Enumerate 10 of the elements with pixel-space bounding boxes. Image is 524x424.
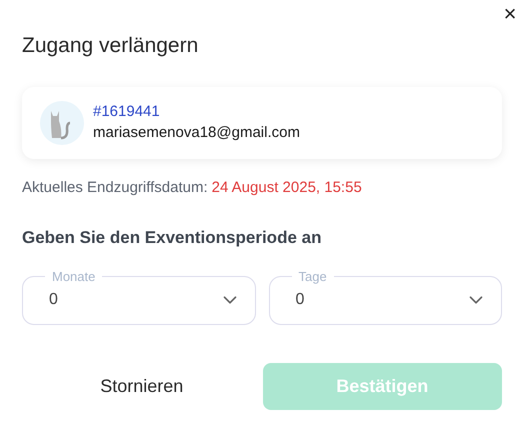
user-email: mariasemenova18@gmail.com	[93, 124, 300, 142]
close-button[interactable]: ×	[500, 2, 520, 26]
end-date-label: Aktuelles Endzugriffsdatum:	[22, 178, 208, 198]
end-date-value: 24 August 2025, 15:55	[212, 178, 362, 198]
period-heading: Geben Sie den Exventionsperiode an	[22, 227, 322, 249]
field-value: 0	[49, 290, 58, 310]
user-id: #1619441	[93, 102, 161, 122]
cat-avatar-icon	[40, 100, 84, 144]
dialog-title: Zugang verlängern	[22, 33, 198, 59]
field-value: 0	[296, 290, 304, 310]
